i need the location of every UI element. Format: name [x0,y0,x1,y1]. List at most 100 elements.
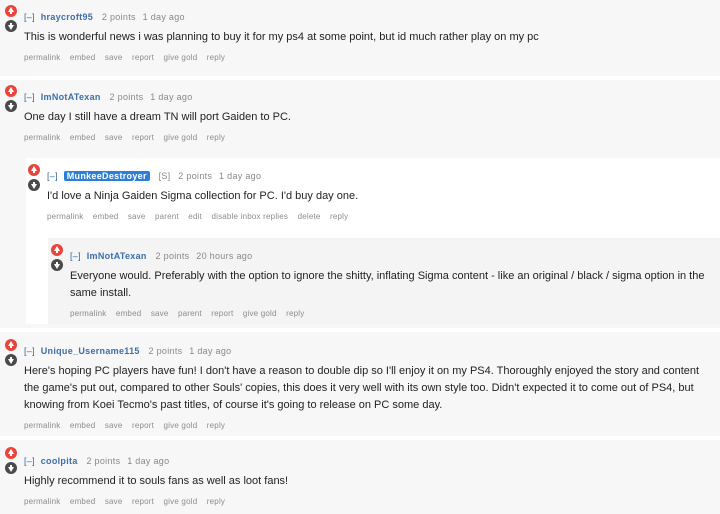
comment-buttons: permalink embed save report give gold re… [24,421,714,430]
upvote-arrow-icon[interactable] [5,5,17,17]
author-link[interactable]: MunkeeDestroyer [63,171,150,181]
embed-button[interactable]: embed [70,421,95,430]
comment-buttons: permalink embed save report give gold re… [24,133,714,142]
score: 2 points [109,92,144,102]
vote-arrows [5,447,19,477]
disable-inbox-replies-button[interactable]: disable inbox replies [211,212,288,221]
timestamp: 20 hours ago [196,251,253,261]
comment-body: [–] MunkeeDestroyer [S] 2 points 1 day a… [47,170,715,221]
score: 2 points [101,12,136,22]
collapse-toggle[interactable]: [–] [24,346,35,356]
give-gold-button[interactable]: give gold [164,53,198,62]
submitter-flair: [S] [158,171,171,181]
parent-button[interactable]: parent [178,309,202,318]
save-button[interactable]: save [105,133,123,142]
timestamp: 1 day ago [150,92,193,102]
author-link[interactable]: ImNotATexan [87,251,147,261]
score: 2 points [155,251,190,261]
comment-buttons: permalink embed save report give gold re… [24,497,714,506]
embed-button[interactable]: embed [70,133,95,142]
collapse-toggle[interactable]: [–] [47,171,58,181]
vote-arrows [28,164,42,194]
permalink-button[interactable]: permalink [70,309,106,318]
upvote-arrow-icon[interactable] [51,244,63,256]
comment-buttons: permalink embed save parent report give … [70,309,718,318]
comment-text: One day I still have a dream TN will por… [24,111,291,123]
vote-arrows [51,244,65,274]
report-button[interactable]: report [211,309,233,318]
tagline: [–] MunkeeDestroyer [S] 2 points 1 day a… [47,170,715,182]
reply-button[interactable]: reply [207,53,225,62]
author-link[interactable]: hraycroft95 [41,12,93,22]
score: 2 points [86,456,121,466]
timestamp: 1 day ago [142,12,185,22]
upvote-arrow-icon[interactable] [5,447,17,459]
save-button[interactable]: save [105,497,123,506]
author-link[interactable]: Unique_Username115 [41,346,140,356]
collapse-toggle[interactable]: [–] [24,12,35,22]
permalink-button[interactable]: permalink [24,497,60,506]
embed-button[interactable]: embed [116,309,141,318]
score: 2 points [148,346,183,356]
author-link[interactable]: ImNotATexan [41,92,101,102]
comment-1: [–] ImNotATexan 2 points 1 day ago One d… [0,80,720,328]
downvote-arrow-icon[interactable] [5,20,17,32]
downvote-arrow-icon[interactable] [28,179,40,191]
comment-body: [–] ImNotATexan 2 points 1 day ago One d… [24,91,714,142]
reply-button[interactable]: reply [207,133,225,142]
save-button[interactable]: save [105,53,123,62]
delete-button[interactable]: delete [298,212,321,221]
downvote-arrow-icon[interactable] [5,354,17,366]
permalink-button[interactable]: permalink [24,53,60,62]
downvote-arrow-icon[interactable] [5,100,17,112]
comment-text: Highly recommend it to souls fans as wel… [24,475,289,487]
author-link[interactable]: coolpita [41,456,78,466]
save-button[interactable]: save [128,212,146,221]
embed-button[interactable]: embed [70,53,95,62]
give-gold-button[interactable]: give gold [164,133,198,142]
downvote-arrow-icon[interactable] [51,259,63,271]
timestamp: 1 day ago [219,171,262,181]
report-button[interactable]: report [132,53,154,62]
collapse-toggle[interactable]: [–] [24,456,35,466]
comment-body: [–] ImNotATexan 2 points 20 hours ago Ev… [70,250,718,318]
give-gold-button[interactable]: give gold [164,497,198,506]
collapse-toggle[interactable]: [–] [24,92,35,102]
tagline: [–] hraycroft95 2 points 1 day ago [24,11,714,23]
upvote-arrow-icon[interactable] [28,164,40,176]
comment-text: Here's hoping PC players have fun! I don… [24,365,700,411]
vote-arrows [5,339,19,369]
save-button[interactable]: save [151,309,169,318]
permalink-button[interactable]: permalink [24,421,60,430]
comment-body: [–] coolpita 2 points 1 day ago Highly r… [24,455,714,506]
upvote-arrow-icon[interactable] [5,85,17,97]
upvote-arrow-icon[interactable] [5,339,17,351]
give-gold-button[interactable]: give gold [164,421,198,430]
timestamp: 1 day ago [189,346,232,356]
comment-5: [–] coolpita 2 points 1 day ago Highly r… [0,440,720,514]
comment-0: [–] hraycroft95 2 points 1 day ago This … [0,0,720,76]
embed-button[interactable]: embed [93,212,118,221]
permalink-button[interactable]: permalink [24,133,60,142]
give-gold-button[interactable]: give gold [243,309,277,318]
child-comment-3: [–] ImNotATexan 2 points 20 hours ago Ev… [48,238,720,324]
save-button[interactable]: save [105,421,123,430]
reply-button[interactable]: reply [207,421,225,430]
tagline: [–] coolpita 2 points 1 day ago [24,455,714,467]
parent-button[interactable]: parent [155,212,179,221]
vote-arrows [5,5,19,35]
reply-button[interactable]: reply [286,309,304,318]
collapse-toggle[interactable]: [–] [70,251,81,261]
embed-button[interactable]: embed [70,497,95,506]
reply-button[interactable]: reply [330,212,348,221]
edit-button[interactable]: edit [188,212,202,221]
downvote-arrow-icon[interactable] [5,462,17,474]
report-button[interactable]: report [132,133,154,142]
tagline: [–] ImNotATexan 2 points 20 hours ago [70,250,718,262]
report-button[interactable]: report [132,497,154,506]
comment-buttons: permalink embed save parent edit disable… [47,212,715,221]
comment-text: This is wonderful news i was planning to… [24,31,539,43]
permalink-button[interactable]: permalink [47,212,83,221]
report-button[interactable]: report [132,421,154,430]
reply-button[interactable]: reply [207,497,225,506]
